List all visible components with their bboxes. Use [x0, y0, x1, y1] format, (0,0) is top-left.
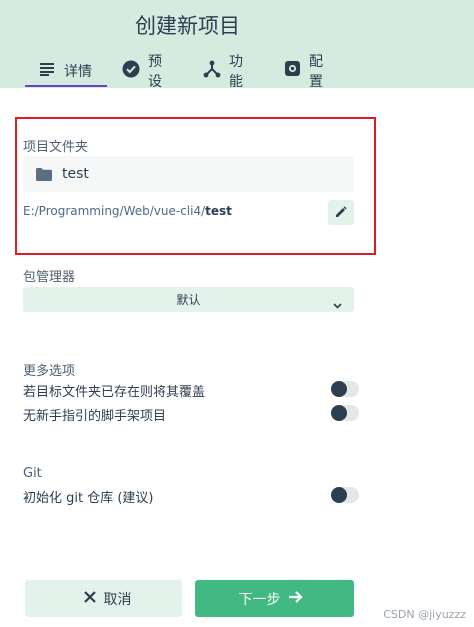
tab-preset[interactable]: 预设 — [122, 54, 162, 90]
tab-features-label: 功能 — [229, 53, 243, 90]
folder-path-name: test — [205, 204, 232, 218]
no-guide-label: 无新手指引的脚手架项目 — [23, 409, 167, 424]
tab-config-label: 配置 — [309, 53, 323, 90]
folder-path: E:/Programming/Web/vue-cli4/test — [23, 204, 232, 218]
tab-config[interactable]: 配置 — [284, 54, 323, 90]
folder-path-prefix: E:/Programming/Web/vue-cli4/ — [23, 204, 206, 218]
check-circle-icon — [122, 60, 148, 82]
package-manager-value: 默认 — [176, 293, 201, 307]
pencil-icon — [335, 203, 347, 222]
next-label: 下一步 — [238, 591, 281, 608]
folder-field[interactable]: test — [23, 156, 354, 192]
page-title: 创建新项目 — [135, 14, 240, 38]
header: 创建新项目 详情 预设 功能 配置 — [0, 0, 474, 90]
folder-name: test — [62, 166, 89, 182]
cancel-button[interactable]: 取消 — [25, 580, 182, 617]
git-label: Git — [23, 466, 42, 481]
tab-details[interactable]: 详情 — [25, 56, 107, 87]
overwrite-label: 若目标文件夹已存在则将其覆盖 — [23, 385, 206, 400]
next-button[interactable]: 下一步 — [195, 580, 354, 617]
chevron-down-icon — [333, 294, 342, 313]
toggle-knob — [331, 487, 347, 503]
package-manager-label: 包管理器 — [23, 270, 76, 285]
close-icon — [76, 590, 104, 607]
cancel-label: 取消 — [103, 591, 132, 608]
arrow-right-icon — [281, 590, 311, 607]
folder-section-label: 项目文件夹 — [23, 140, 89, 155]
list-icon — [40, 62, 64, 80]
git-init-toggle[interactable] — [331, 487, 359, 503]
no-guide-toggle[interactable] — [331, 405, 359, 421]
git-init-label: 初始化 git 仓库 (建议) — [23, 491, 154, 506]
package-manager-select[interactable]: 默认 — [23, 287, 354, 312]
toggle-knob — [331, 381, 347, 397]
folder-icon — [36, 167, 52, 181]
tab-features[interactable]: 功能 — [203, 54, 243, 90]
more-options-label: 更多选项 — [23, 364, 76, 379]
overwrite-toggle[interactable] — [331, 381, 359, 397]
gear-icon — [284, 60, 309, 81]
edit-path-button[interactable] — [328, 200, 354, 225]
watermark: CSDN @jiyuzzz — [383, 608, 466, 621]
toggle-knob — [331, 405, 347, 421]
tab-details-label: 详情 — [64, 63, 92, 80]
tab-preset-label: 预设 — [148, 53, 162, 90]
fork-icon — [203, 60, 229, 82]
